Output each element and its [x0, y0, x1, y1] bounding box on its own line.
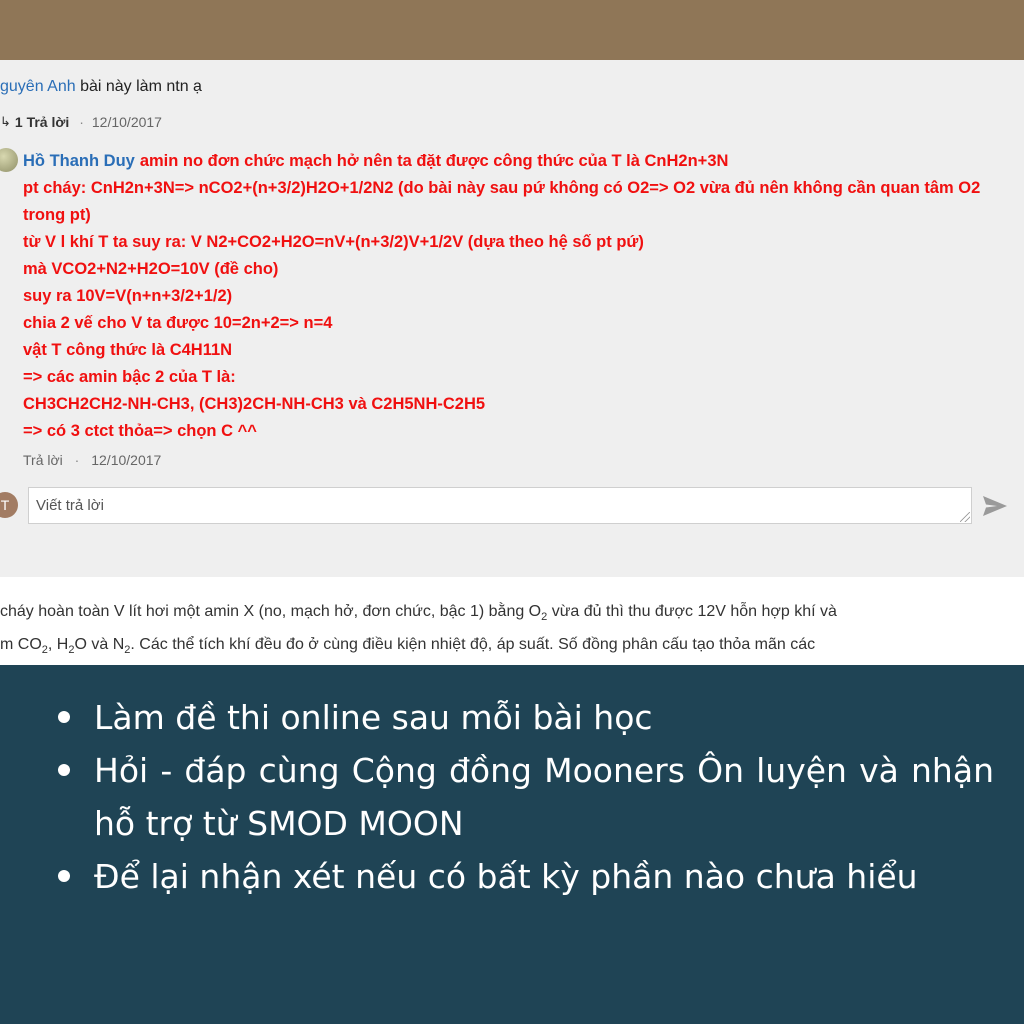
send-icon: [983, 495, 1007, 516]
feature-text: Hỏi - đáp cùng Cộng đồng Mooners Ôn luyệ…: [94, 751, 994, 843]
feature-panel: Làm đề thi online sau mỗi bài học Hỏi - …: [0, 665, 1024, 1024]
answer-meta: Trả lời · 12/10/2017: [23, 452, 161, 468]
answer-author-link[interactable]: Hồ Thanh Duy: [23, 152, 135, 170]
feature-item: Làm đề thi online sau mỗi bài học: [58, 691, 994, 744]
question-text: cháy hoàn toàn V lít hơi một amin X (no,…: [0, 598, 1024, 664]
reply-count-link[interactable]: 1 Trả lời: [15, 114, 69, 130]
comment-text: bài này làm ntn ạ: [80, 78, 202, 95]
answer-line: từ V l khí T ta suy ra: V N2+CO2+H2O=nV+…: [23, 233, 644, 251]
comment-section: guyên Anh bài này làm ntn ạ ↳ 1 Trả lời …: [0, 60, 1024, 577]
answer-line: chia 2 vế cho V ta được 10=2n+2=> n=4: [23, 314, 333, 332]
bullet-icon: [58, 764, 70, 776]
text-run: O và N: [74, 636, 125, 654]
text-run: , H: [47, 636, 69, 654]
question-line: cháy hoàn toàn V lít hơi một amin X (no,…: [0, 598, 1024, 631]
question-line: m CO2, H2O và N2. Các thể tích khí đều đ…: [0, 631, 1024, 664]
answer-line-text: amin no đơn chức mạch hở nên ta đặt được…: [139, 152, 729, 170]
comment-date: 12/10/2017: [91, 114, 162, 130]
reply-input[interactable]: [28, 487, 972, 524]
feature-text: Để lại nhận xét nếu có bất kỳ phần nào c…: [94, 857, 918, 896]
reply-arrow-icon: ↳: [0, 114, 11, 129]
answer-line: mà VCO2+N2+H2O=10V (đề cho): [23, 260, 279, 278]
separator-dot: ·: [79, 114, 84, 130]
feature-item: Hỏi - đáp cùng Cộng đồng Mooners Ôn luyệ…: [58, 744, 994, 850]
bullet-icon: [58, 711, 70, 723]
answer-line: => các amin bậc 2 của T là:: [23, 368, 236, 386]
text-run: cháy hoàn toàn V lít hơi một amin X (no,…: [0, 603, 542, 620]
embedded-screenshot: guyên Anh bài này làm ntn ạ ↳ 1 Trả lời …: [0, 60, 1024, 665]
answer-line: Hồ Thanh Duy amin no đơn chức mạch hở nên…: [23, 148, 1013, 175]
resize-handle[interactable]: [960, 512, 970, 522]
feature-text: Làm đề thi online sau mỗi bài học: [94, 698, 653, 737]
send-button[interactable]: [974, 487, 1016, 524]
bullet-icon: [58, 870, 70, 882]
comment-meta: ↳ 1 Trả lời · 12/10/2017: [0, 114, 162, 130]
reply-link[interactable]: Trả lời: [23, 452, 63, 468]
answer-body: Hồ Thanh Duy amin no đơn chức mạch hở nên…: [23, 148, 1013, 445]
feature-list: Làm đề thi online sau mỗi bài học Hỏi - …: [58, 691, 994, 903]
text-run: vừa đủ thì thu được 12V hỗn hợp khí và: [547, 603, 837, 620]
answer-line: => có 3 ctct thỏa=> chọn C ^^: [23, 422, 257, 440]
top-border: [0, 0, 1024, 60]
answer-date: 12/10/2017: [91, 452, 162, 468]
feature-item: Để lại nhận xét nếu có bất kỳ phần nào c…: [58, 850, 994, 903]
comment: guyên Anh bài này làm ntn ạ: [0, 78, 202, 96]
text-run: m CO: [0, 636, 42, 654]
avatar: [0, 148, 18, 172]
answer-line: pt cháy: CnH2n+3N=> nCO2+(n+3/2)H2O+1/2N…: [23, 179, 981, 224]
text-run: . Các thể tích khí đều đo ở cùng điều ki…: [130, 636, 816, 654]
answer-line: vật T công thức là C4H11N: [23, 341, 233, 359]
comment-author-link[interactable]: guyên Anh: [0, 78, 76, 95]
separator-dot: ·: [74, 452, 80, 468]
user-avatar: T: [0, 492, 18, 518]
answer-line: suy ra 10V=V(n+n+3/2+1/2): [23, 287, 233, 305]
answer-line: CH3CH2CH2-NH-CH3, (CH3)2CH-NH-CH3 và C2H…: [23, 395, 486, 413]
